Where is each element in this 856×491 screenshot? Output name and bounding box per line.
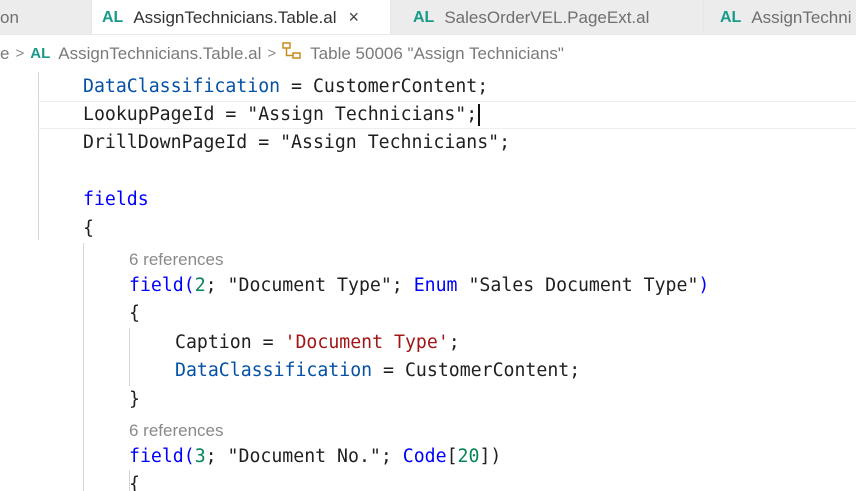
breadcrumb: e > AL AssignTechnicians.Table.al > Tabl…	[0, 36, 856, 71]
close-icon[interactable]: ×	[349, 7, 360, 28]
breadcrumb-symbol[interactable]: Table 50006 "Assign Technicians"	[310, 44, 564, 64]
breadcrumb-partial-item[interactable]: e	[0, 44, 9, 64]
indent-guide	[38, 72, 39, 240]
al-file-icon: AL	[413, 8, 435, 26]
tab-bar: on AL AssignTechnicians.Table.al × AL Sa…	[0, 0, 856, 35]
tab-previous-file[interactable]: on	[0, 0, 92, 34]
al-file-icon: AL	[720, 8, 742, 26]
tab-label: on	[0, 7, 19, 27]
code-editor[interactable]: DataClassification = CustomerContent; Lo…	[0, 72, 856, 491]
code-line: field(3; "Document No."; Code[20])	[129, 446, 502, 467]
code-line: {	[83, 218, 94, 239]
code-line: fields	[83, 189, 149, 210]
chevron-right-icon: >	[267, 45, 277, 62]
tab-sales-order-pageext[interactable]: AL SalesOrderVEL.PageExt.al	[391, 0, 704, 34]
tab-label: AssignTechnicians.Table.al	[133, 7, 337, 27]
al-file-icon: AL	[102, 8, 124, 26]
code-line: {	[129, 474, 140, 491]
code-line: }	[129, 389, 140, 410]
codelens-references[interactable]: 6 references	[129, 248, 224, 272]
tab-label: AssignTechni	[751, 7, 852, 27]
code-line: LookupPageId = "Assign Technicians";	[83, 101, 481, 129]
code-line: DrillDownPageId = "Assign Technicians";	[83, 132, 511, 153]
breadcrumb-file[interactable]: AssignTechnicians.Table.al	[58, 44, 261, 64]
code-line: DataClassification = CustomerContent;	[175, 360, 581, 381]
tab-assign-technicians-other[interactable]: AL AssignTechni	[704, 0, 856, 34]
symbol-structure-icon	[282, 42, 302, 65]
indent-guide	[129, 328, 130, 386]
tab-assign-technicians-table[interactable]: AL AssignTechnicians.Table.al ×	[92, 0, 391, 34]
al-file-icon: AL	[30, 45, 51, 62]
code-line: Caption = 'Document Type';	[175, 332, 460, 353]
indent-guide	[83, 243, 84, 491]
codelens-references[interactable]: 6 references	[129, 419, 224, 443]
editor-window: on AL AssignTechnicians.Table.al × AL Sa…	[0, 0, 856, 491]
code-line: DataClassification = CustomerContent;	[83, 76, 489, 97]
chevron-right-icon: >	[15, 45, 25, 62]
text-cursor	[478, 104, 481, 126]
code-line: {	[129, 303, 140, 324]
tab-label: SalesOrderVEL.PageExt.al	[444, 7, 650, 27]
code-line: field(2; "Document Type"; Enum "Sales Do…	[129, 275, 710, 296]
